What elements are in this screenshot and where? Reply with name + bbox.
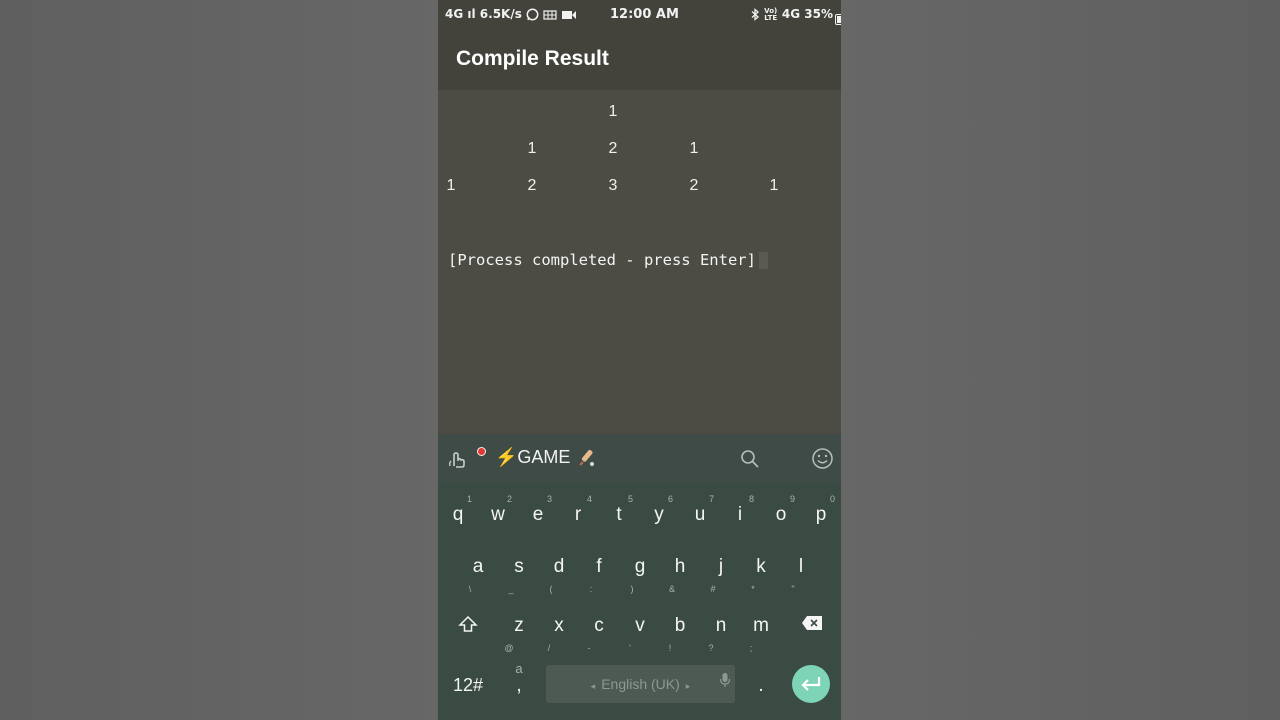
key-q[interactable]: 1q (438, 494, 478, 526)
shift-key[interactable] (448, 615, 488, 638)
key-u[interactable]: 7u (680, 494, 720, 526)
volte-icon: Vo) LTE (764, 6, 778, 22)
network-speed: 4G ıl 6.5K/s (445, 7, 522, 21)
key-g[interactable]: g) (620, 556, 660, 594)
key-i[interactable]: 8i (720, 494, 760, 526)
key-h[interactable]: h & (660, 556, 700, 594)
video-camera-icon (562, 10, 577, 19)
key-l[interactable]: l " (781, 556, 821, 594)
swipe-gesture-icon[interactable] (447, 446, 471, 470)
status-bar: 4G ıl 6.5K/s 12:00 AM Vo) LTE 4G 35% (438, 0, 841, 28)
output-value: 2 (608, 140, 618, 157)
output-value: 2 (527, 177, 537, 194)
status-time: 12:00 AM (610, 7, 679, 22)
key-n[interactable]: n? (701, 615, 741, 653)
text-cursor (758, 252, 768, 269)
key-f[interactable]: f: (579, 556, 619, 594)
enter-key[interactable] (792, 665, 830, 703)
output-value: 1 (769, 177, 779, 194)
key-w[interactable]: 2w (478, 494, 518, 526)
search-icon[interactable] (740, 449, 760, 469)
battery-icon (835, 14, 841, 25)
key-j[interactable]: j # (701, 556, 741, 594)
key-o[interactable]: 9o (761, 494, 801, 526)
output-value: 1 (527, 140, 537, 157)
shift-icon (458, 615, 478, 632)
process-completed-message: [Process completed - press Enter] (448, 251, 768, 269)
spacebar[interactable]: ◂ English (UK) ▸ (546, 665, 735, 703)
network-battery-text: 4G 35% (781, 7, 833, 21)
output-row-1: 1 (438, 103, 841, 123)
cricket-bat-icon (579, 450, 595, 467)
bluetooth-icon (751, 8, 759, 21)
output-value: 1 (446, 177, 456, 194)
key-b[interactable]: b! (660, 615, 700, 653)
key-v[interactable]: v ' (620, 615, 660, 653)
chevron-left-icon: ◂ (590, 681, 596, 691)
background-right (841, 0, 1280, 720)
key-z[interactable]: z @ (499, 615, 539, 653)
numbers-key[interactable]: 12# (448, 675, 488, 696)
key-r[interactable]: 4r (558, 494, 598, 526)
output-row-3: 1 2 3 2 1 (438, 177, 841, 197)
phone-screen: 4G ıl 6.5K/s 12:00 AM Vo) LTE 4G 35% Comp… (438, 0, 841, 720)
key-p[interactable]: 0p (801, 494, 841, 526)
emoji-icon[interactable] (811, 447, 834, 470)
period-key[interactable]: . (741, 675, 781, 697)
output-value: 1 (608, 103, 618, 120)
microphone-icon[interactable] (719, 672, 731, 688)
output-value: 2 (689, 177, 699, 194)
record-dot (477, 447, 486, 456)
key-k[interactable]: k * (741, 556, 781, 594)
key-a[interactable]: a \ (458, 556, 498, 594)
output-row-2: 1 2 1 (438, 140, 841, 160)
key-t[interactable]: 5t (599, 494, 639, 526)
game-button[interactable]: ⚡GAME (495, 447, 597, 469)
output-value: 1 (689, 140, 699, 157)
key-e[interactable]: 3e (518, 494, 558, 526)
enter-icon (801, 677, 821, 691)
app-bar: Compile Result (438, 28, 841, 90)
key-d[interactable]: d( (539, 556, 579, 594)
comma-key[interactable]: a , (499, 661, 539, 697)
key-c[interactable]: c- (579, 615, 619, 653)
keyboard-toolbar: ⚡GAME (438, 434, 841, 482)
key-m[interactable]: m; (741, 615, 781, 653)
key-y[interactable]: 6y (639, 494, 679, 526)
backspace-key[interactable] (792, 615, 832, 636)
key-s[interactable]: s _ (499, 556, 539, 594)
background-left (0, 0, 438, 720)
output-value: 3 (608, 177, 618, 194)
grid-icon (543, 9, 557, 20)
page-title: Compile Result (456, 47, 609, 70)
key-x[interactable]: x / (539, 615, 579, 653)
whatsapp-icon (526, 8, 539, 21)
backspace-icon (802, 616, 822, 630)
output-console[interactable]: 1 1 2 1 1 2 3 2 1 [Process completed - p… (438, 90, 841, 434)
keyboard: 1q 2w 3e 4r 5t 6y 7u 8i 9o 0p a \ s _ d( f… (438, 482, 841, 720)
chevron-right-icon: ▸ (685, 681, 691, 691)
